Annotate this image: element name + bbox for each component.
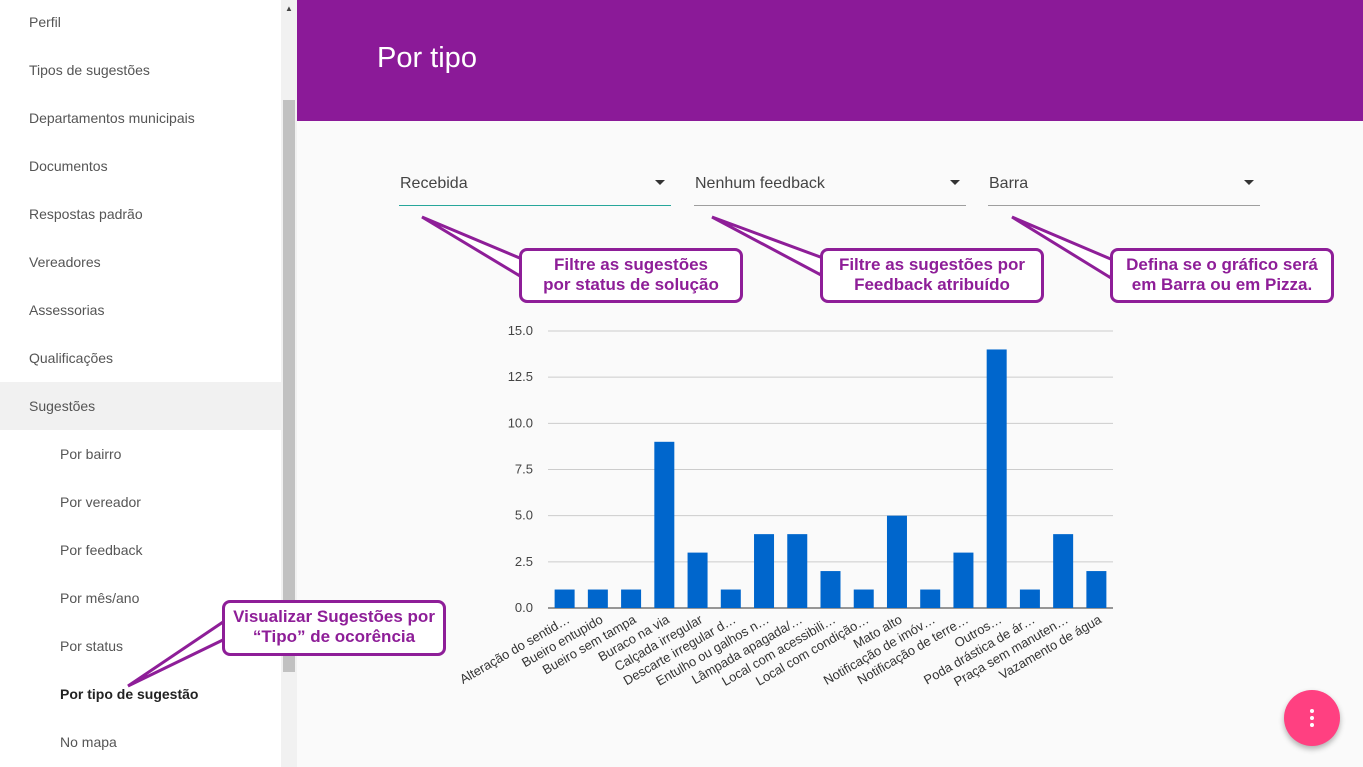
sidebar-item-respostas-padrao[interactable]: Respostas padrão (0, 190, 281, 238)
y-tick-label: 2.5 (515, 554, 533, 569)
status-select[interactable]: Recebida (399, 160, 671, 206)
bar (1086, 571, 1107, 608)
more-actions-fab[interactable] (1284, 690, 1340, 746)
sidebar-item-qualificacoes[interactable]: Qualificações (0, 334, 281, 382)
sidebar-item-assessorias[interactable]: Assessorias (0, 286, 281, 334)
bar (787, 534, 808, 608)
x-tick-label: Poda drástica de ár… (921, 612, 1037, 688)
chart-type-select-value: Barra (989, 175, 1029, 192)
feedback-select[interactable]: Nenhum feedback (694, 160, 966, 206)
sidebar-subitem-por-bairro[interactable]: Por bairro (0, 430, 281, 478)
status-select-value: Recebida (400, 175, 468, 192)
bar (687, 552, 708, 608)
callout-status-line2: por status de solução (543, 275, 719, 294)
bar (920, 589, 941, 608)
callout-chart-type: Defina se o gráfico será em Barra ou em … (1110, 248, 1334, 303)
bar (986, 349, 1007, 608)
dropdown-arrow-icon (950, 180, 960, 185)
x-tick-label: Notificação de imóv… (821, 612, 938, 688)
sidebar-item-tipos-de-sugestoes[interactable]: Tipos de sugestões (0, 46, 281, 94)
feedback-select-value: Nenhum feedback (695, 175, 825, 192)
page-title: Por tipo (377, 42, 477, 74)
bar (754, 534, 775, 608)
callout-sidebar-line2: “Tipo” de ocorência (252, 627, 416, 646)
x-tick-label: Entulho ou galhos n… (653, 612, 771, 689)
x-tick-label: Praça sem manuten… (951, 612, 1071, 690)
bar (1019, 589, 1040, 608)
x-tick-label: Notificação de terre… (855, 612, 971, 688)
callout-sidebar: Visualizar Sugestões por “Tipo” de ocorê… (222, 600, 446, 656)
callout-status: Filtre as sugestões por status de soluçã… (519, 248, 743, 303)
y-tick-label: 12.5 (508, 369, 533, 384)
bar (720, 589, 741, 608)
bar (621, 589, 642, 608)
x-tick-label: Local com condição… (753, 612, 871, 689)
bar (587, 589, 608, 608)
x-tick-label: Bueiro entupido (519, 612, 605, 671)
chart-type-select[interactable]: Barra (988, 160, 1260, 206)
callout-feedback-line1: Filtre as sugestões por (838, 255, 1026, 274)
sidebar-item-vereadores[interactable]: Vereadores (0, 238, 281, 286)
x-tick-label: Buraco na via (595, 611, 672, 664)
bar (554, 589, 575, 608)
x-tick-label: Descarte irregular d… (621, 612, 739, 689)
sidebar-subitem-por-feedback[interactable]: Por feedback (0, 526, 281, 574)
bar (953, 552, 974, 608)
callout-status-line1: Filtre as sugestões (553, 255, 708, 274)
x-tick-label: Alteração do sentid… (457, 612, 572, 687)
sidebar-item-sugestoes[interactable]: Sugestões (0, 382, 281, 430)
y-tick-label: 10.0 (508, 415, 533, 430)
scroll-up-arrow-icon[interactable]: ▲ (281, 0, 297, 18)
callout-pointer (421, 215, 524, 279)
y-tick-label: 5.0 (515, 508, 533, 523)
sidebar-item-departamentos[interactable]: Departamentos municipais (0, 94, 281, 142)
callout-feedback-line2: Feedback atribuído (854, 275, 1010, 294)
dropdown-arrow-icon (1244, 180, 1254, 185)
y-tick-label: 15.0 (508, 323, 533, 338)
x-tick-label: Vazamento de água (996, 611, 1104, 682)
page-header: Por tipo (297, 0, 1363, 121)
bar (853, 589, 874, 608)
callout-chart-type-line1: Defina se o gráfico será (1126, 255, 1318, 274)
scroll-thumb[interactable] (283, 100, 295, 672)
callout-sidebar-line1: Visualizar Sugestões por (233, 607, 435, 626)
sidebar-item-perfil[interactable]: Perfil (0, 0, 281, 46)
bar (1053, 534, 1074, 608)
bar (886, 515, 907, 608)
x-tick-label: Calçada irregular (612, 611, 706, 674)
sidebar-subitem-no-mapa[interactable]: No mapa (0, 718, 281, 766)
sidebar-subitem-por-tipo[interactable]: Por tipo de sugestão (0, 670, 281, 718)
callout-chart-type-line2: em Barra ou em Pizza. (1131, 275, 1313, 294)
bar (654, 441, 675, 608)
dropdown-arrow-icon (655, 180, 665, 185)
sidebar-subitem-por-vereador[interactable]: Por vereador (0, 478, 281, 526)
x-tick-label: Lâmpada apagada/… (689, 612, 805, 688)
callout-feedback: Filtre as sugestões por Feedback atribuí… (820, 248, 1044, 303)
x-tick-label: Bueiro sem tampa (540, 611, 640, 677)
x-tick-label: Local com acessibili… (719, 612, 838, 689)
x-tick-label: Outros… (952, 612, 1005, 651)
y-tick-label: 7.5 (515, 462, 533, 477)
x-tick-label: Mato alto (851, 612, 905, 652)
y-tick-label: 0.0 (515, 600, 533, 615)
sidebar-item-documentos[interactable]: Documentos (0, 142, 281, 190)
bar (820, 571, 841, 608)
